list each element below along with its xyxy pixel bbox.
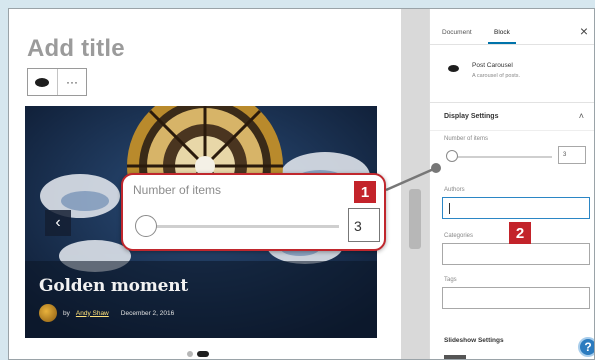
callout-slider-thumb	[135, 215, 157, 237]
callout-slider-track	[149, 225, 339, 228]
callout-label: Number of items	[133, 183, 222, 197]
callout-number-input: 3	[348, 208, 380, 242]
number-of-items-callout: Number of items 3	[121, 173, 386, 251]
annotation-badge-1: 1	[354, 181, 376, 203]
annotation-badge-2: 2	[509, 222, 531, 244]
